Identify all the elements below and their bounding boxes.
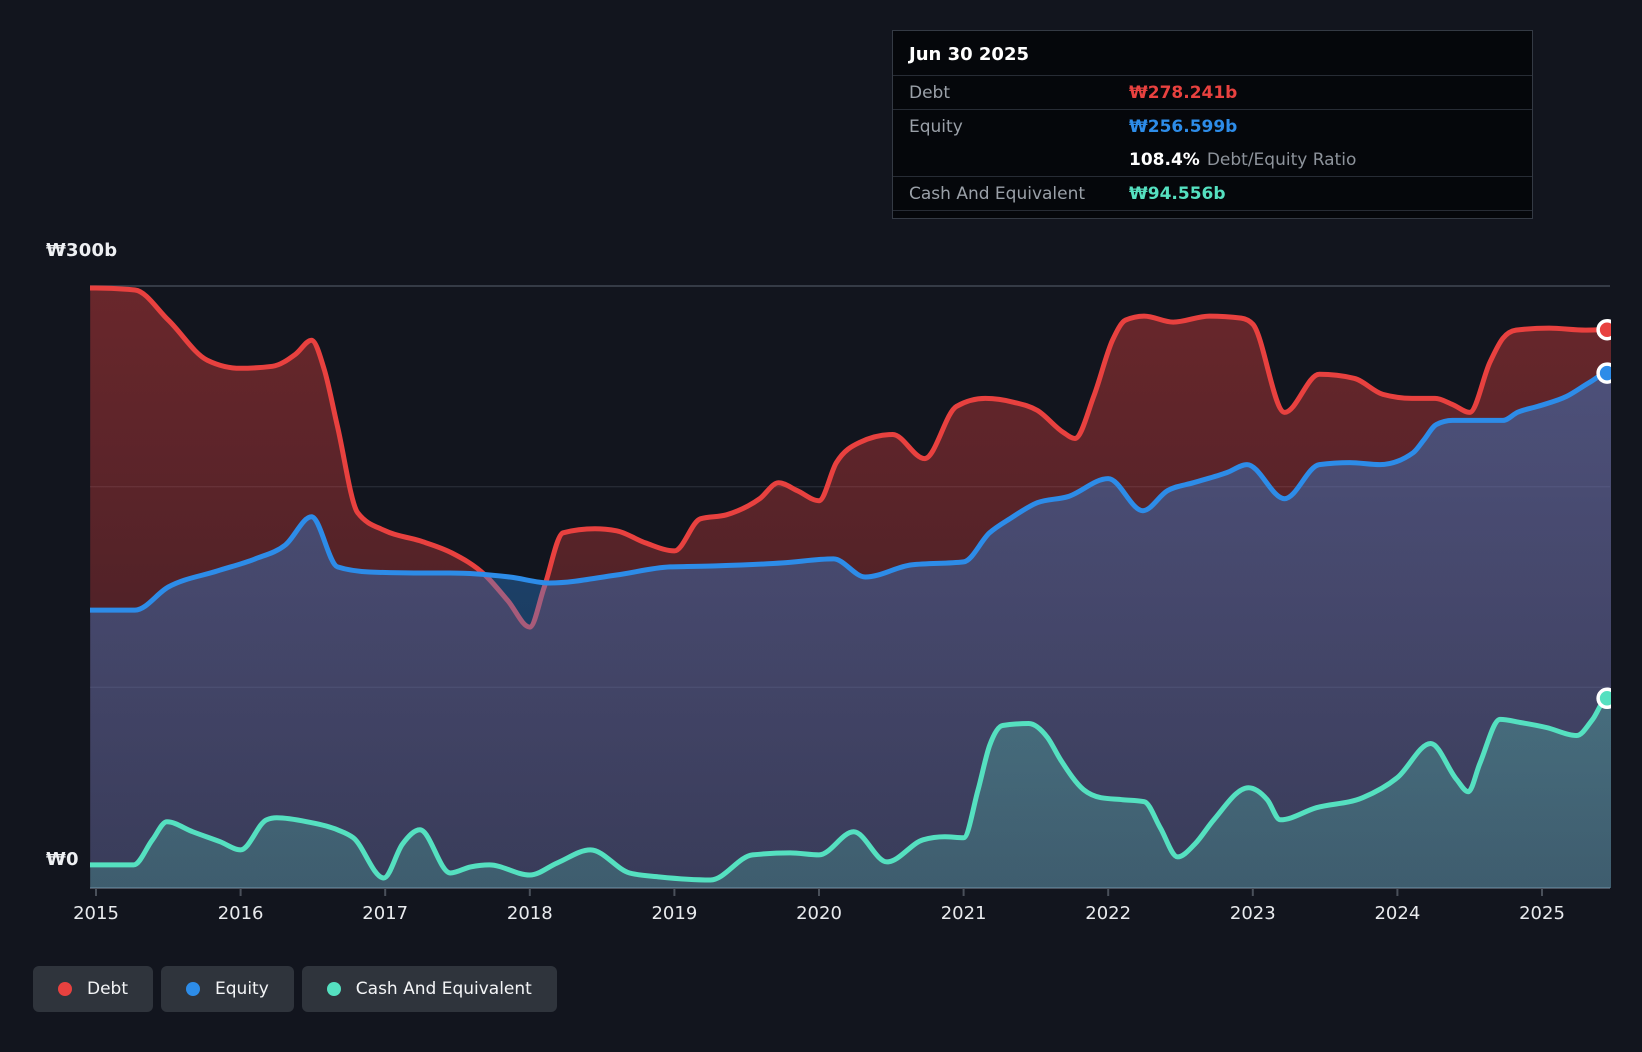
legend-item-cash[interactable]: Cash And Equivalent [301, 966, 557, 1012]
legend-cash-label: Cash And Equivalent [355, 979, 532, 999]
chart-tooltip: Jun 30 2025 Debt ₩278.241b Equity ₩256.5… [892, 30, 1533, 219]
tooltip-row-cash: Cash And Equivalent ₩94.556b [893, 177, 1532, 210]
y-axis-label-0: ₩0 [46, 849, 79, 870]
tooltip-cash-value: ₩94.556b [1129, 183, 1226, 204]
equity-series-dot-icon [186, 982, 201, 996]
legend-equity-label: Equity [215, 979, 269, 999]
x-axis-tick-label: 2025 [1519, 903, 1565, 924]
debt-equity-chart-page: ₩300b ₩0 2015 2016 2017 2018 2019 2020 2021 202… [0, 0, 1642, 1052]
chart-legend: Debt Equity Cash And Equivalent [33, 966, 557, 1012]
legend-item-debt[interactable]: Debt [33, 966, 154, 1012]
x-axis-tick-label: 2017 [362, 903, 409, 924]
x-axis-tick-label: 2024 [1374, 903, 1421, 924]
tooltip-date: Jun 30 2025 [909, 44, 1030, 65]
tooltip-row-debt: Debt ₩278.241b [893, 76, 1532, 109]
debt-equity-ratio-value: 108.4% [1129, 149, 1200, 170]
tooltip-cash-label: Cash And Equivalent [909, 183, 1086, 204]
x-axis-tick-label: 2022 [1085, 903, 1132, 924]
x-axis-tick-label: 2023 [1229, 903, 1276, 924]
x-axis-tick-label: 2020 [796, 903, 842, 924]
tooltip-equity-value: ₩256.599b [1129, 116, 1238, 137]
tooltip-row-equity: Equity ₩256.599b [893, 110, 1532, 143]
legend-debt-label: Debt [87, 979, 129, 999]
tooltip-debt-label: Debt [909, 82, 951, 103]
y-axis-label-300b: ₩300b [46, 240, 118, 261]
debt-equity-ratio-label: Debt/Equity Ratio [1206, 149, 1357, 170]
x-axis-tick-label: 2018 [506, 903, 553, 924]
debt-series-dot-icon [58, 982, 72, 996]
x-axis-tick-label: 2015 [73, 903, 119, 924]
tooltip-equity-label: Equity [909, 116, 963, 137]
tooltip-debt-value: ₩278.241b [1129, 82, 1238, 103]
x-axis-tick-label: 2019 [651, 903, 698, 924]
x-axis-tick-label: 2016 [217, 903, 264, 924]
tooltip-row-ratio: 108.4% Debt/Equity Ratio [893, 143, 1532, 176]
x-axis-tick-label: 2021 [940, 903, 987, 924]
legend-item-equity[interactable]: Equity [161, 966, 294, 1012]
cash-series-dot-icon [326, 982, 341, 996]
